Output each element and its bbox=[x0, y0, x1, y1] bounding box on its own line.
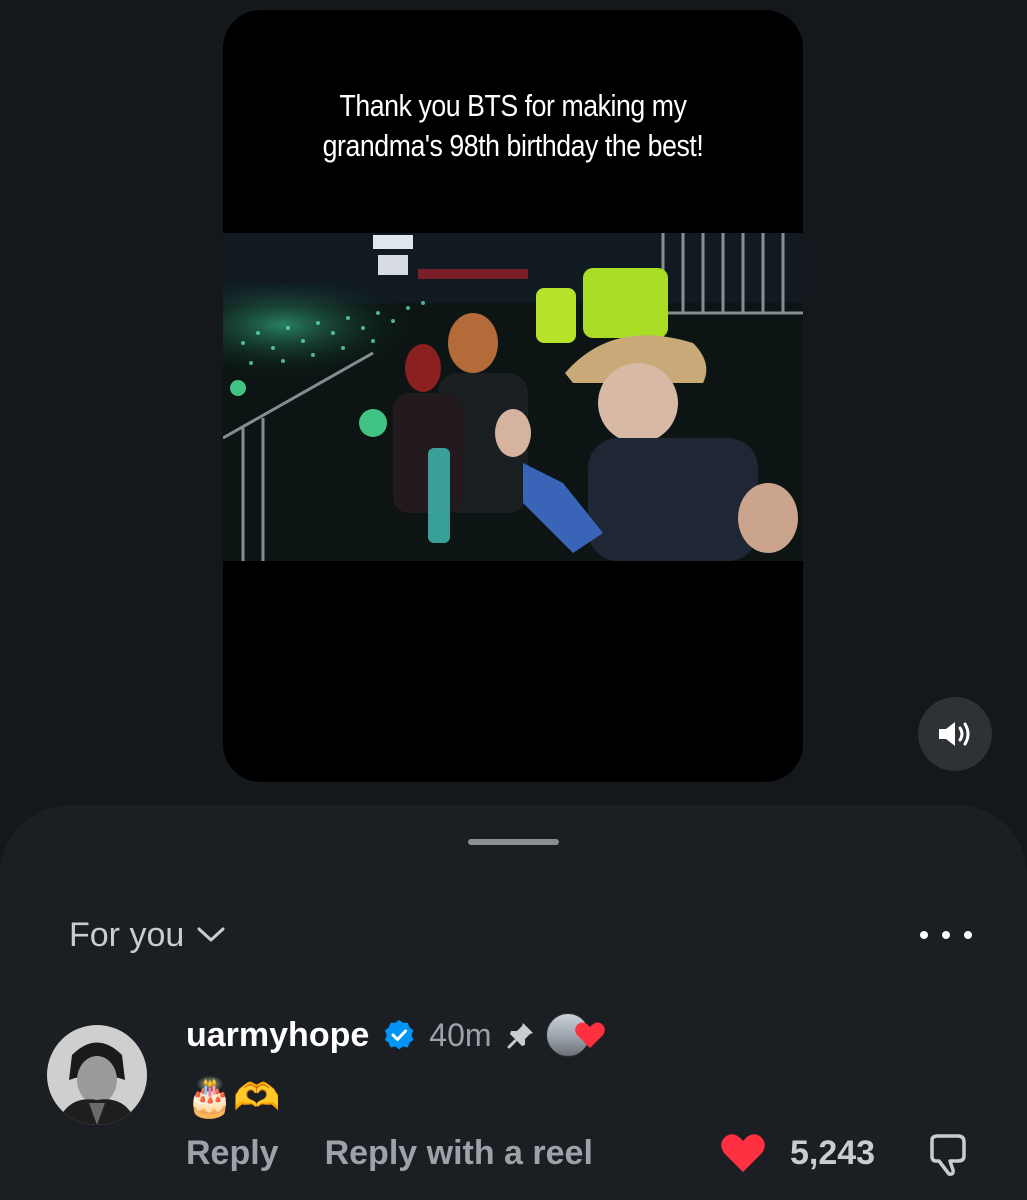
filter-label: For you bbox=[69, 915, 185, 954]
reel-video[interactable]: Thank you BTS for making my grandma's 98… bbox=[223, 10, 803, 782]
sheet-drag-handle[interactable] bbox=[468, 839, 559, 845]
comment-header: uarmyhope 40m bbox=[186, 1010, 612, 1060]
speaker-volume-icon bbox=[939, 722, 970, 746]
comment-like-button[interactable]: 5,243 bbox=[720, 1130, 875, 1176]
more-horizontal-icon bbox=[920, 931, 928, 939]
comments-sheet: For you uarmyhope 40m 🎂🫶 Reply Reply wit… bbox=[0, 805, 1027, 1200]
comments-filter-dropdown[interactable]: For you bbox=[69, 913, 226, 957]
reply-button[interactable]: Reply bbox=[186, 1134, 279, 1173]
sound-toggle-button[interactable] bbox=[918, 697, 992, 771]
more-options-button[interactable] bbox=[920, 917, 972, 953]
liked-by-creator-badge bbox=[545, 1013, 612, 1057]
heart-icon bbox=[574, 1022, 605, 1048]
comment-username[interactable]: uarmyhope bbox=[186, 1016, 369, 1055]
avatar[interactable] bbox=[47, 1025, 147, 1125]
chevron-down-icon bbox=[197, 927, 225, 942]
dislike-button[interactable] bbox=[924, 1132, 970, 1178]
reel-caption: Thank you BTS for making my grandma's 98… bbox=[322, 88, 704, 163]
verified-badge-icon bbox=[383, 1019, 415, 1051]
thumbs-down-icon bbox=[930, 1134, 966, 1176]
stadium-photo bbox=[223, 233, 803, 561]
like-count: 5,243 bbox=[790, 1133, 876, 1172]
comment-timestamp: 40m bbox=[429, 1016, 492, 1053]
comment-actions: Reply Reply with a reel bbox=[186, 1130, 593, 1176]
heart-filled-icon bbox=[721, 1134, 765, 1172]
comment-text: 🎂🫶 bbox=[186, 1075, 281, 1119]
reply-with-reel-button[interactable]: Reply with a reel bbox=[325, 1134, 593, 1173]
pin-icon bbox=[506, 1020, 536, 1050]
